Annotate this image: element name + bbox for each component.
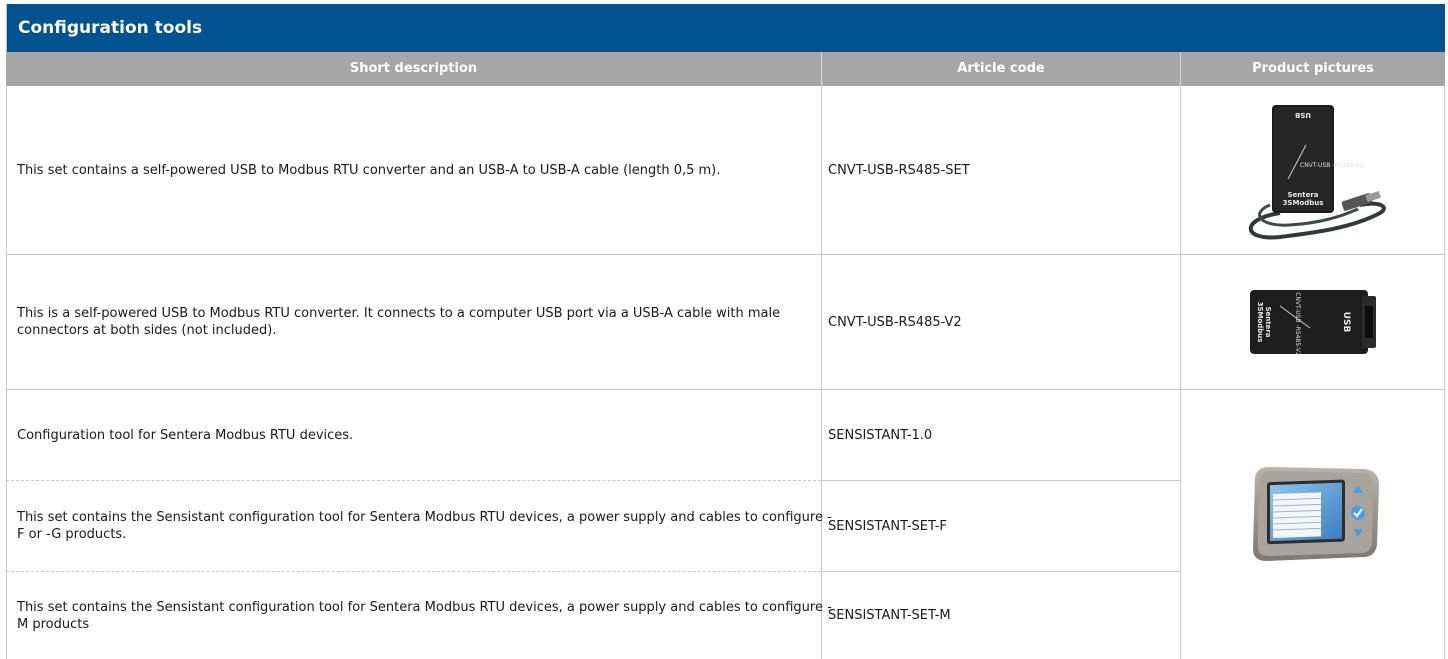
table-row-4-description: This set contains the Sensistant configu…: [17, 481, 835, 571]
table-row-1-description: This set contains a self-powered USB to …: [17, 86, 835, 254]
device-label-model: CNVT-USB -RS485-V2: [1294, 292, 1301, 356]
table-row-3-article-code: SENSISTANT-1.0: [828, 390, 1168, 480]
header-product-pictures: Product pictures: [1252, 61, 1374, 76]
device-label-sub: 3SModbus: [1256, 302, 1264, 343]
description-text: This set contains the Sensistant configu…: [17, 599, 832, 632]
table-row-2-description: This is a self-powered USB to Modbus RTU…: [17, 255, 835, 389]
sensistant-device-image: [1253, 467, 1379, 561]
grid-line: [1180, 86, 1181, 659]
usb-converter-image: Sentera 3SModbus CNVT-USB -RS485-V2 USB: [1250, 290, 1376, 356]
table-row-5-description: This set contains the Sensistant configu…: [17, 572, 835, 659]
table-row-5-article-code: SENSISTANT-SET-M: [828, 572, 1168, 659]
description-text: Configuration tool for Sentera Modbus RT…: [17, 427, 354, 443]
grid-line: [1444, 86, 1445, 659]
table-header-row: Short description Article code Product p…: [6, 52, 1445, 86]
description-text: This is a self-powered USB to Modbus RTU…: [17, 306, 781, 338]
header-short-description: Short description: [349, 61, 478, 76]
table-row-2-article-code: CNVT-USB-RS485-V2: [828, 255, 1168, 389]
table-row-1-article-code: CNVT-USB-RS485-SET: [828, 86, 1168, 254]
article-code-text: SENSISTANT-SET-M: [828, 608, 951, 623]
article-code-text: CNVT-USB-RS485-V2: [828, 314, 962, 330]
article-code-text: CNVT-USB-RS485-SET: [828, 162, 970, 178]
header-article-code: Article code: [957, 61, 1045, 76]
table-row-4-article-code: SENSISTANT-SET-F: [828, 481, 1168, 571]
device-label-model: CNVT-USB -RS485-V2: [1300, 162, 1364, 169]
usb-converter-set-image: USB CNVT-USB -RS485-V2 Sentera 3SModbus: [1248, 105, 1386, 240]
article-code-text: SENSISTANT-1.0: [828, 427, 933, 443]
description-text: This set contains a self-powered USB to …: [17, 162, 721, 178]
description-text: This set contains the Sensistant configu…: [17, 510, 832, 542]
device-label-sub: 3SModbus: [1283, 199, 1324, 207]
section-title: Configuration tools: [6, 4, 1445, 52]
device-label-usb: USB: [1295, 111, 1311, 119]
article-code-text: SENSISTANT-SET-F: [828, 518, 947, 534]
table-row-3-description: Configuration tool for Sentera Modbus RT…: [17, 390, 835, 480]
device-label-usb: USB: [1341, 312, 1351, 333]
configuration-tools-section: Configuration tools Short description Ar…: [6, 0, 1445, 659]
device-label-brand: Sentera: [1287, 191, 1318, 199]
grid-line: [6, 86, 7, 659]
device-label-brand: Sentera: [1264, 306, 1272, 337]
